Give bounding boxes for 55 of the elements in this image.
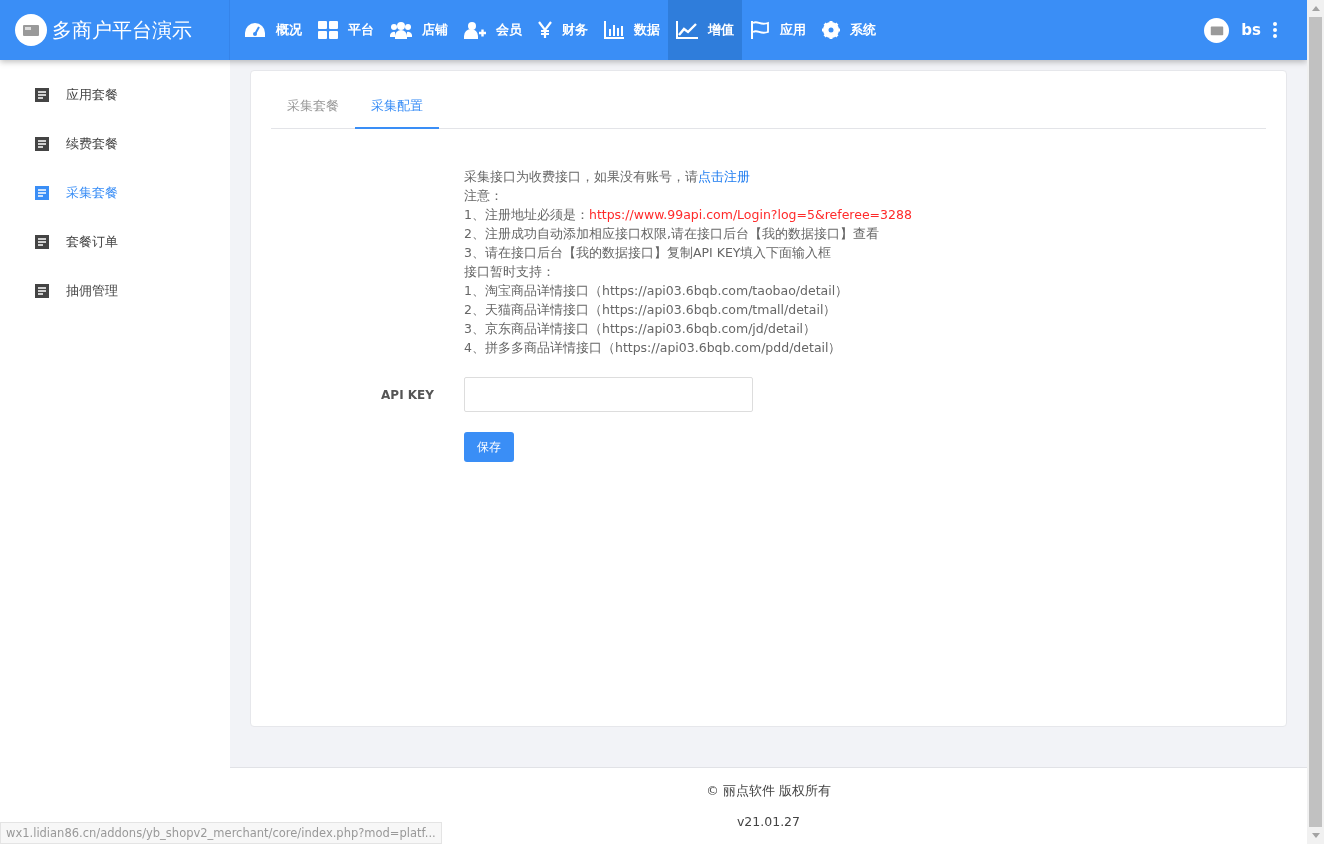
document-icon bbox=[35, 283, 49, 298]
yen-icon bbox=[538, 21, 552, 39]
grid-icon bbox=[318, 21, 338, 39]
brand-title: 多商户平台演示 bbox=[52, 16, 192, 44]
document-icon bbox=[35, 234, 49, 249]
bar-chart-icon bbox=[604, 21, 624, 39]
tab[interactable]: 采集套餐 bbox=[271, 87, 355, 129]
document-icon bbox=[35, 185, 49, 200]
api-key-field[interactable] bbox=[464, 377, 753, 412]
note-text: 1、淘宝商品详情接口（https://api03.6bqb.com/taobao/detail） bbox=[464, 283, 849, 298]
gauge-icon bbox=[244, 21, 266, 39]
save-button[interactable]: 保存 bbox=[464, 432, 514, 462]
sidebar-item[interactable]: 采集套餐 bbox=[0, 168, 230, 217]
note-text: 接口暂时支持： bbox=[464, 264, 555, 279]
nav-item[interactable]: 应用 bbox=[742, 0, 814, 60]
note-text: 2、天猫商品详情接口（https://api03.6bqb.com/tmall/detail） bbox=[464, 302, 837, 317]
note-text: 4、拼多多商品详情接口（https://api03.6bqb.com/pdd/detail） bbox=[464, 340, 842, 355]
nav-item[interactable]: 系统 bbox=[814, 0, 884, 60]
more-icon[interactable] bbox=[1273, 22, 1277, 38]
scrollbar[interactable] bbox=[1307, 0, 1324, 844]
nav-item[interactable]: 概况 bbox=[236, 0, 310, 60]
sidebar-item[interactable]: 抽佣管理 bbox=[0, 266, 230, 315]
sidebar-item[interactable]: 套餐订单 bbox=[0, 217, 230, 266]
users-icon bbox=[390, 21, 412, 39]
nav-item[interactable]: 平台 bbox=[310, 0, 382, 60]
nav-item[interactable]: 店铺 bbox=[382, 0, 456, 60]
flag-icon bbox=[750, 21, 770, 39]
field-label: API KEY bbox=[380, 387, 435, 402]
nav-item[interactable]: 财务 bbox=[530, 0, 596, 60]
sidebar-item[interactable]: 续费套餐 bbox=[0, 119, 230, 168]
nav-item[interactable]: 数据 bbox=[596, 0, 668, 60]
nav-item[interactable]: 会员 bbox=[456, 0, 530, 60]
username[interactable]: bs bbox=[1241, 21, 1261, 39]
scrollbar-thumb[interactable] bbox=[1309, 17, 1322, 827]
logo-icon bbox=[15, 14, 47, 46]
version-text: v21.01.27 bbox=[736, 814, 801, 829]
note-text: 3、京东商品详情接口（https://api03.6bqb.com/jd/detail） bbox=[464, 321, 817, 336]
copyright-text: © 丽点软件 版权所有 bbox=[706, 783, 831, 800]
add-user-icon bbox=[464, 21, 486, 39]
avatar-icon[interactable] bbox=[1204, 17, 1230, 43]
tab[interactable]: 采集配置 bbox=[355, 87, 439, 129]
note-text: 采集接口为收费接口，如果没有账号，请 bbox=[464, 169, 698, 184]
document-icon bbox=[35, 87, 49, 102]
line-chart-icon bbox=[676, 21, 698, 39]
settings-icon bbox=[822, 21, 840, 39]
register-link[interactable]: 点击注册 bbox=[698, 169, 750, 184]
url-link[interactable]: https://www.99api.com/Login?log=5&referee=3288 bbox=[588, 207, 912, 222]
sidebar-item[interactable]: 应用套餐 bbox=[0, 70, 230, 119]
note-text: 注意： bbox=[464, 188, 503, 203]
note-text: 1、注册地址必须是： bbox=[464, 207, 589, 222]
note-text: 3、请在接口后台【我的数据接口】复制API KEY填入下面输入框 bbox=[464, 245, 832, 260]
nav-item[interactable]: 增值 bbox=[668, 0, 742, 60]
note-text: 2、注册成功自动添加相应接口权限,请在接口后台【我的数据接口】查看 bbox=[464, 226, 879, 241]
status-url: wx1.lidian86.cn/addons/yb_shopv2_merchant/core/index.php?mod=platf... bbox=[0, 822, 442, 844]
document-icon bbox=[35, 136, 49, 151]
